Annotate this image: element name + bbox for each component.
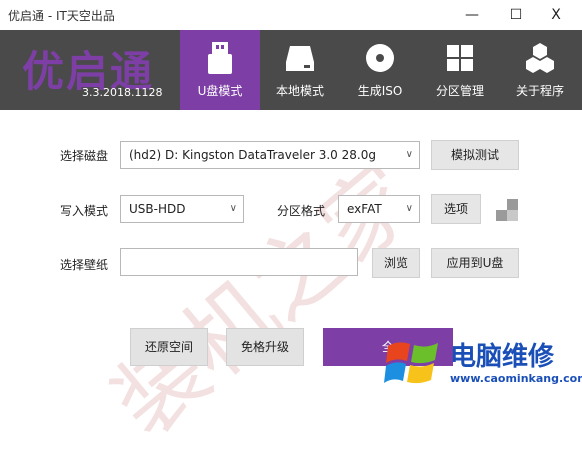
tab-about[interactable]: 关于程序 xyxy=(500,30,580,110)
hdd-icon xyxy=(286,46,314,71)
options-button[interactable]: 选项 xyxy=(431,194,481,224)
tab-label: 关于程序 xyxy=(515,84,564,98)
tab-generate-iso[interactable]: 生成ISO xyxy=(340,30,420,110)
windows-logo-icon xyxy=(384,342,438,384)
tab-label: 生成ISO xyxy=(357,84,403,98)
partition-format-select[interactable]: exFAT ∨ xyxy=(338,195,420,223)
chevron-down-icon: ∨ xyxy=(405,149,413,160)
write-mode-select[interactable]: USB-HDD ∨ xyxy=(120,195,244,223)
partition-icon xyxy=(447,45,473,71)
chevron-down-icon: ∨ xyxy=(229,203,237,214)
title-bar: 优启通 - IT天空出品 — ☐ X xyxy=(0,0,582,30)
disk-value: (hd2) D: Kingston DataTraveler 3.0 28.0g xyxy=(129,148,376,162)
header-bar: 优启通 3.3.2018.1128 U盘模式 本地模式 生成ISO 分区管理 关… xyxy=(0,30,582,110)
tab-partition-manager[interactable]: 分区管理 xyxy=(420,30,500,110)
close-button[interactable]: X xyxy=(534,0,578,30)
chevron-down-icon: ∨ xyxy=(405,203,413,214)
usb-icon xyxy=(208,42,232,74)
disk-label: 选择磁盘 xyxy=(60,149,109,163)
watermark: 装机之家 xyxy=(93,144,437,457)
tab-label: U盘模式 xyxy=(197,84,243,98)
brand-name: 电脑维修 xyxy=(450,342,555,372)
version-label: 3.3.2018.1128 xyxy=(82,86,163,99)
format-free-upgrade-button[interactable]: 免格升级 xyxy=(226,328,304,366)
wallpaper-input[interactable] xyxy=(120,248,358,276)
brand-url: www.caominkang.com xyxy=(450,372,582,385)
tab-usb-mode[interactable]: U盘模式 xyxy=(180,30,260,110)
browse-button[interactable]: 浏览 xyxy=(372,248,420,278)
tab-label: 分区管理 xyxy=(435,84,484,98)
maximize-button[interactable]: ☐ xyxy=(494,0,538,30)
wallpaper-label: 选择壁纸 xyxy=(60,258,109,272)
partition-format-value: exFAT xyxy=(347,202,382,216)
minimize-button[interactable]: — xyxy=(450,0,494,30)
tab-label: 本地模式 xyxy=(275,84,324,98)
brand-overlay: 电脑维修 www.caominkang.com xyxy=(380,330,582,400)
about-icon xyxy=(526,43,554,73)
disk-select[interactable]: (hd2) D: Kingston DataTraveler 3.0 28.0g… xyxy=(120,141,420,169)
grid-toggle-icon[interactable] xyxy=(496,199,518,221)
apply-to-usb-button[interactable]: 应用到U盘 xyxy=(431,248,519,278)
window-title: 优启通 - IT天空出品 xyxy=(8,9,115,23)
write-mode-value: USB-HDD xyxy=(129,202,186,216)
tab-local-mode[interactable]: 本地模式 xyxy=(260,30,340,110)
write-mode-label: 写入模式 xyxy=(60,204,109,218)
partition-format-label: 分区格式 xyxy=(277,204,326,218)
simulate-test-button[interactable]: 模拟测试 xyxy=(431,140,519,170)
disc-icon xyxy=(366,44,394,72)
restore-space-button[interactable]: 还原空间 xyxy=(130,328,208,366)
